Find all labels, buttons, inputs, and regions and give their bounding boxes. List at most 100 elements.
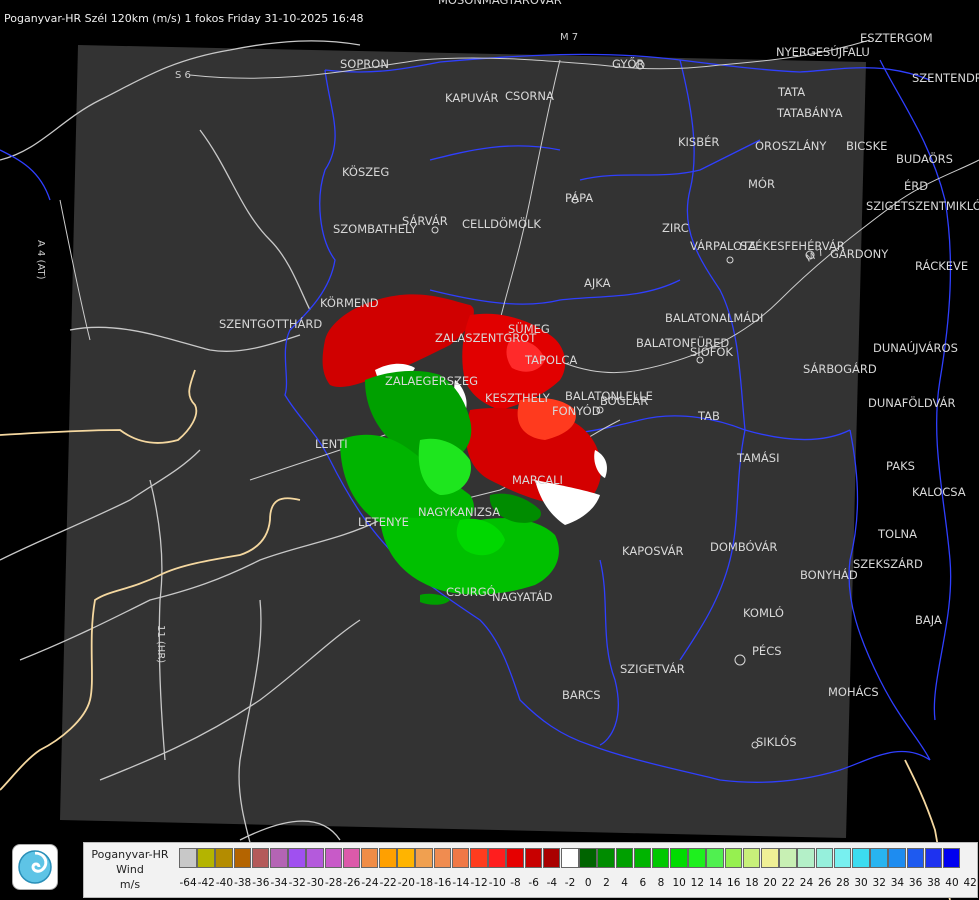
legend-tick-label: -16 (434, 877, 452, 889)
legend-swatch (924, 848, 943, 868)
legend-swatch (724, 848, 743, 868)
legend-tick-label: -42 (197, 877, 215, 889)
legend-swatch (579, 848, 597, 868)
road-label: A 4 (AT) (35, 240, 46, 280)
legend-tick-label: 0 (584, 877, 592, 889)
legend-tick-label: 28 (836, 877, 850, 889)
legend-tick-label: 14 (708, 877, 723, 889)
legend-tick-label: 20 (763, 877, 777, 889)
city-label: DUNAÚJVÁROS (873, 340, 958, 355)
city-label: AJKA (584, 276, 611, 290)
city-label: BONYHÁD (800, 567, 858, 582)
legend-swatch (288, 848, 306, 868)
city-label: ESZTERGOM (860, 31, 933, 45)
legend-swatch (197, 848, 215, 868)
legend-unit: m/s (119, 878, 141, 891)
city-label: LETENYE (358, 515, 409, 529)
legend-swatch (215, 848, 233, 868)
legend-tick-label: -64 (179, 877, 197, 889)
radar-map: MOSONMAGYARÓVÁR SOPRON KAPUVÁR CSORNA GYŐR KÖ… (0, 0, 979, 900)
legend-swatch (906, 848, 925, 868)
legend-tick-label: 26 (817, 877, 832, 889)
city-label: KALOCSA (912, 485, 966, 499)
city-label: SZEKSZÁRD (853, 556, 923, 571)
city-label: KOMLÓ (743, 605, 784, 620)
city-label: BUDAÖRS (896, 150, 953, 166)
city-label: GYŐR (612, 56, 644, 71)
city-label: BAJA (915, 613, 942, 627)
city-label: TAPOLCA (524, 353, 577, 367)
legend-tick-label: 22 (781, 877, 795, 889)
city-label: BOGLÁR (600, 393, 648, 408)
legend-tick-label: 12 (690, 877, 705, 889)
city-label: NYERGESÚJFALU (776, 44, 870, 59)
map-title: Poganyvar-HR Szél 120km (m/s) 1 fokos Fr… (4, 12, 364, 25)
city-label: TATA (777, 85, 805, 99)
legend-swatch (415, 848, 434, 868)
legend-swatch (524, 848, 543, 868)
city-label: MOSONMAGYARÓVÁR (438, 0, 562, 7)
legend-swatch (870, 848, 888, 868)
legend-tick-label: 16 (727, 877, 741, 889)
legend-swatch (488, 848, 506, 868)
legend-tick-label: 8 (657, 877, 665, 889)
legend-tick-label: -26 (343, 877, 361, 889)
legend-swatch (670, 848, 688, 868)
city-label: SZIGETVÁR (620, 661, 685, 676)
legend-swatch (269, 848, 288, 868)
city-label: PAKS (886, 459, 915, 473)
city-label: ZALAEGERSZEG (385, 374, 478, 388)
legend-tick-label: -32 (288, 877, 306, 889)
legend-tick-label: -4 (546, 877, 558, 889)
city-label: DOMBÓVÁR (710, 539, 777, 554)
legend-swatch (324, 848, 343, 868)
legend-swatch (633, 848, 652, 868)
legend-swatch (851, 848, 870, 868)
city-label: TATABÁNYA (776, 105, 843, 120)
city-label: SZENTENDRE (912, 71, 979, 85)
legend-tick-label: 40 (945, 877, 959, 889)
legend-swatch (797, 848, 815, 868)
legend-tick-label: -20 (397, 877, 415, 889)
legend-swatch (251, 848, 270, 868)
city-label: SZIGETSZENTMIKLÓS (866, 198, 979, 213)
city-label: SIKLÓS (756, 734, 797, 749)
legend-swatch (706, 848, 725, 868)
legend-swatch (560, 848, 579, 868)
legend-tick-label: -2 (564, 877, 576, 889)
legend-swatch (597, 848, 615, 868)
city-label: ZIRC (662, 221, 689, 235)
city-label: KAPOSVÁR (622, 543, 683, 558)
city-label: BALATONFÜRED (636, 334, 729, 350)
legend-product: Wind (116, 863, 144, 876)
legend-tick-label: 6 (639, 877, 647, 889)
city-label: TAMÁSI (736, 450, 779, 465)
legend-swatch (542, 848, 561, 868)
legend-tick-label: 4 (621, 877, 628, 889)
legend-swatch (815, 848, 834, 868)
legend-tick-label: -18 (415, 877, 434, 889)
city-label: BARCS (562, 688, 601, 702)
legend-swatch (833, 848, 852, 868)
legend-swatch (688, 848, 706, 868)
road-label: M 7 (560, 32, 578, 43)
legend-swatch (306, 848, 324, 868)
road-label: S 6 (175, 70, 191, 81)
city-label: BALATONALMÁDI (665, 310, 763, 325)
legend-swatch (470, 848, 488, 868)
city-label: RÁCKEVE (915, 258, 968, 273)
legend-tick-label: -10 (488, 877, 506, 889)
city-label: KAPUVÁR (445, 90, 499, 105)
legend-swatch (397, 848, 415, 868)
legend-swatch (506, 848, 524, 868)
city-label: MÓR (748, 176, 775, 191)
legend-tick-label: -8 (510, 877, 521, 889)
city-label: KESZTHELY (485, 391, 551, 405)
legend-swatch (742, 848, 761, 868)
legend-tick-label: 10 (672, 877, 686, 889)
legend-swatch (179, 848, 197, 868)
legend-tick-label: 2 (603, 877, 610, 889)
city-label: ÉRD (904, 178, 928, 193)
legend-tick-label: 42 (963, 877, 977, 889)
legend-tick-label: -34 (270, 877, 288, 889)
